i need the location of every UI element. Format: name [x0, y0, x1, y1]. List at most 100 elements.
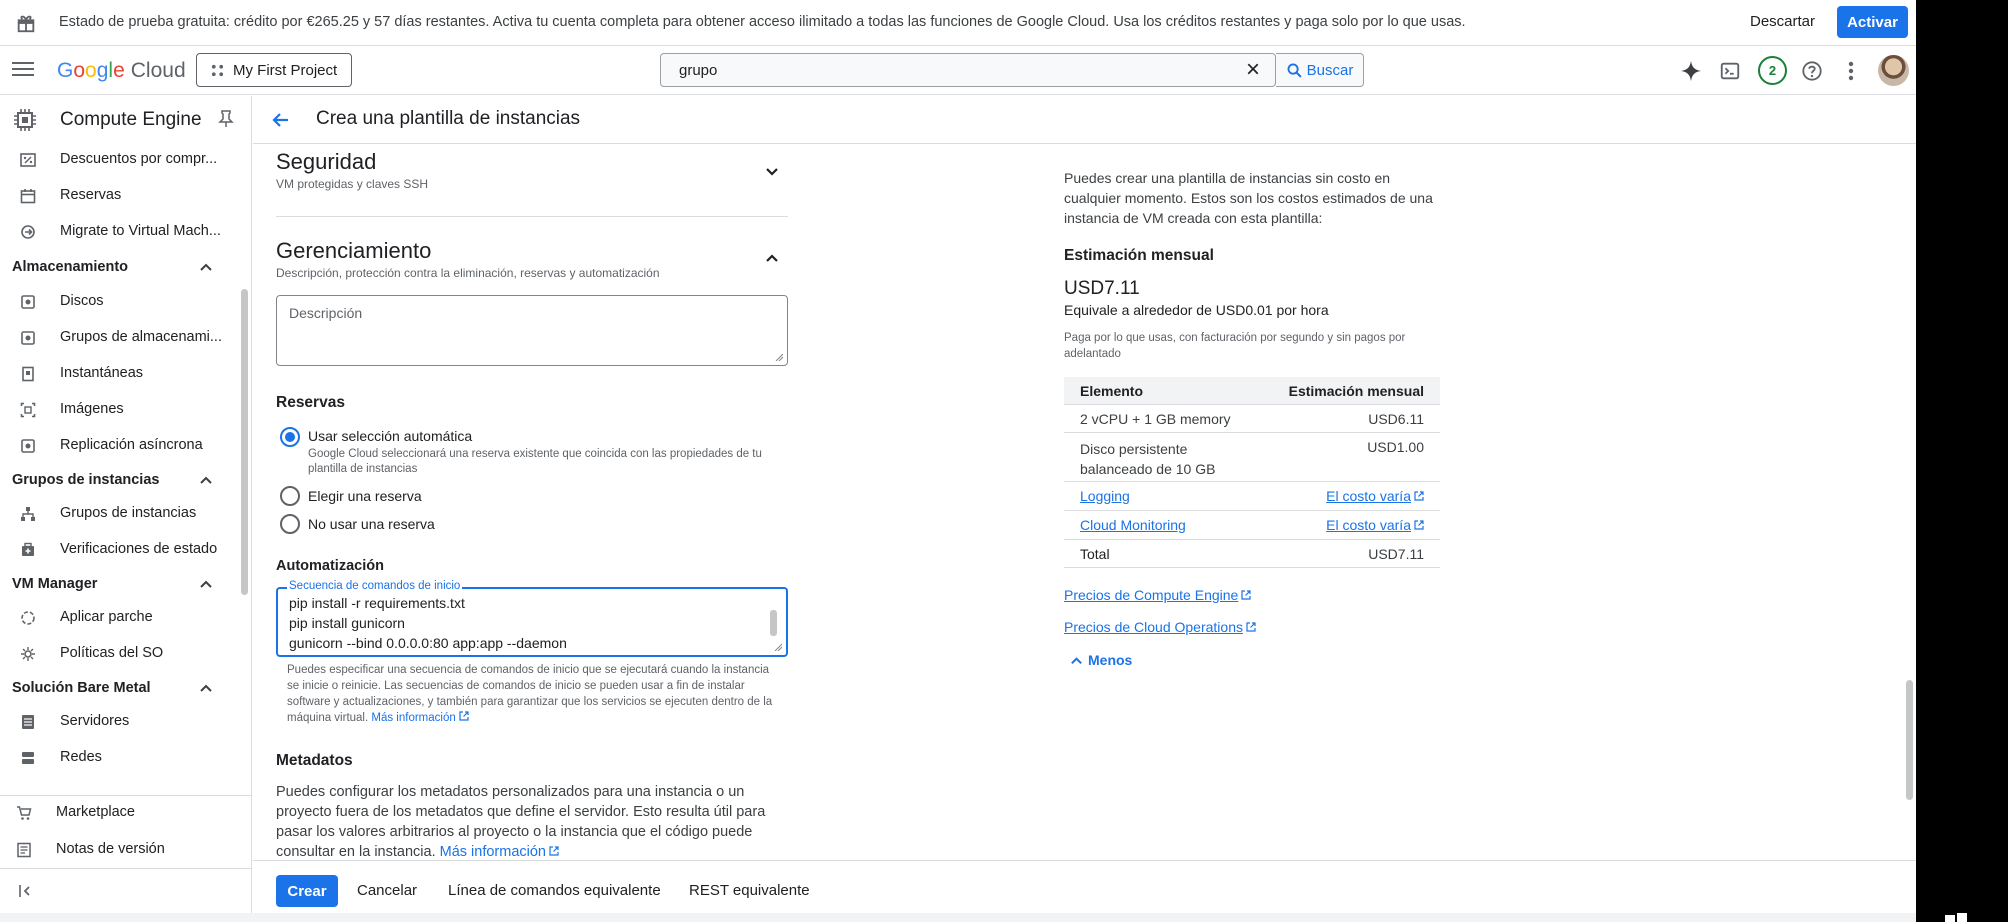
sidebar-item-grupos-instancias[interactable]: Grupos de instancias — [0, 497, 240, 531]
menu-icon[interactable] — [12, 59, 34, 81]
sidebar-section-vm-manager[interactable]: VM Manager — [0, 567, 240, 601]
avatar[interactable] — [1878, 55, 1909, 86]
release-notes-icon — [17, 842, 31, 858]
startup-script-field[interactable]: Secuencia de comandos de inicio pip inst… — [276, 580, 788, 657]
radio-auto-label[interactable]: Usar selección automática — [308, 428, 472, 444]
chevron-up-icon — [200, 263, 212, 271]
help-icon[interactable] — [1799, 58, 1825, 84]
sidebar-item-migrate[interactable]: Migrate to Virtual Mach... — [0, 215, 240, 249]
sidebar-item-servidores[interactable]: Servidores — [0, 705, 240, 739]
gemini-icon[interactable] — [1678, 58, 1704, 84]
sidebar-item-reservas[interactable]: Reservas — [0, 179, 240, 213]
patch-icon — [21, 611, 35, 625]
table-header: Elemento Estimación mensual — [1064, 377, 1440, 405]
pin-icon[interactable] — [218, 110, 234, 128]
reservations-label: Reservas — [276, 394, 345, 411]
script-line-3: gunicorn --bind 0.0.0.0:80 app:app --dae… — [289, 635, 567, 651]
trial-message: Estado de prueba gratuita: crédito por €… — [59, 14, 1466, 30]
chevron-up-icon — [200, 684, 212, 692]
notifications-badge[interactable]: 2 — [1758, 56, 1787, 85]
sidebar-scrollbar[interactable] — [241, 289, 248, 595]
hourly-price: Equivale a alrededor de USD0.01 por hora — [1064, 302, 1329, 318]
table-row: 2 vCPU + 1 GB memory USD6.11 — [1064, 405, 1440, 433]
sidebar-item-instantaneas[interactable]: Instantáneas — [0, 357, 240, 391]
bottom-strip — [0, 913, 1916, 922]
cloud-shell-icon[interactable] — [1717, 58, 1743, 84]
sidebar-item-verificaciones[interactable]: Verificaciones de estado — [0, 533, 240, 567]
project-picker[interactable]: My First Project — [196, 53, 352, 87]
cli-equivalent-button[interactable]: Línea de comandos equivalente — [448, 882, 661, 899]
rest-equivalent-button[interactable]: REST equivalente — [689, 882, 810, 899]
sidebar-section-grupos[interactable]: Grupos de instancias — [0, 463, 240, 497]
logging-cost-link[interactable]: El costo varía — [1326, 488, 1424, 504]
resize-handle-icon[interactable] — [774, 643, 782, 651]
monitoring-link[interactable]: Cloud Monitoring — [1080, 517, 1186, 533]
snapshot-icon — [22, 366, 34, 382]
sidebar-item-politicas[interactable]: Políticas del SO — [0, 637, 240, 671]
sidebar-item-storage-pools[interactable]: Grupos de almacenami... — [0, 321, 240, 355]
sidebar-item-notas[interactable]: Notas de versión — [0, 833, 240, 867]
management-section-title[interactable]: Gerenciamiento — [276, 238, 431, 264]
monthly-estimate-heading: Estimación mensual — [1064, 247, 1214, 264]
sidebar-item-redes[interactable]: Redes — [0, 741, 240, 775]
clear-search-icon[interactable]: × — [1241, 58, 1265, 83]
sidebar-item-descuentos[interactable]: Descuentos por compr... — [0, 143, 240, 177]
sidebar-item-aplicar-parche[interactable]: Aplicar parche — [0, 601, 240, 635]
less-button[interactable]: Menos — [1070, 652, 1132, 668]
collapse-sidebar-icon[interactable] — [18, 884, 32, 903]
resize-handle-icon[interactable] — [775, 353, 783, 361]
google-cloud-logo[interactable]: Google Cloud — [57, 59, 186, 83]
chevron-up-icon[interactable] — [764, 250, 780, 266]
image-icon — [20, 402, 36, 418]
dismiss-button[interactable]: Descartar — [1750, 13, 1815, 30]
form-column: Seguridad VM protegidas y claves SSH Ger… — [276, 144, 788, 860]
sidebar-item-replicacion[interactable]: Replicación asíncrona — [0, 429, 240, 463]
metadata-more-info-link[interactable]: Más información — [440, 844, 559, 860]
sidebar-divider — [0, 868, 252, 869]
billing-note: Paga por lo que usas, con facturación po… — [1064, 332, 1406, 360]
radio-choose-reservation[interactable] — [280, 486, 300, 506]
sidebar-item-imagenes[interactable]: Imágenes — [0, 393, 240, 427]
external-link-icon — [1241, 590, 1251, 600]
app-window: Estado de prueba gratuita: crédito por €… — [0, 0, 1916, 922]
compute-pricing-link[interactable]: Precios de Compute Engine — [1064, 587, 1251, 603]
back-arrow-icon[interactable] — [271, 110, 291, 130]
cart-icon — [17, 806, 32, 820]
more-options-icon[interactable] — [1838, 58, 1864, 84]
top-header: Google Cloud My First Project grupo × Bus… — [0, 47, 1916, 95]
security-section-subtitle: VM protegidas y claves SSH — [276, 177, 429, 191]
radio-auto-selection[interactable] — [280, 427, 300, 447]
chevron-down-icon[interactable] — [764, 164, 780, 180]
sidebar-section-almacenamiento[interactable]: Almacenamiento — [0, 250, 240, 284]
radio-no-reservation[interactable] — [280, 514, 300, 534]
sidebar-item-discos[interactable]: Discos — [0, 285, 240, 319]
sidebar-section-bare-metal[interactable]: Solución Bare Metal — [0, 671, 240, 705]
migrate-icon — [21, 225, 35, 239]
cancel-button[interactable]: Cancelar — [357, 882, 417, 899]
script-line-1: pip install -r requirements.txt — [289, 595, 465, 611]
sidebar-item-marketplace[interactable]: Marketplace — [0, 796, 240, 830]
radio-choose-label[interactable]: Elegir una reserva — [308, 488, 422, 504]
external-link-icon — [1414, 520, 1424, 530]
sidebar-header: Compute Engine — [0, 96, 252, 142]
activate-button[interactable]: Activar — [1837, 6, 1908, 38]
network-icon — [22, 752, 34, 764]
radio-none-label[interactable]: No usar una reserva — [308, 516, 435, 532]
security-section-title[interactable]: Seguridad — [276, 149, 376, 175]
logging-link[interactable]: Logging — [1080, 488, 1130, 504]
search-button[interactable]: Buscar — [1276, 53, 1364, 87]
description-placeholder: Descripción — [289, 305, 363, 321]
create-button[interactable]: Crear — [276, 875, 338, 907]
disk-icon — [21, 295, 35, 309]
percent-icon — [20, 153, 36, 167]
monitoring-cost-link[interactable]: El costo varía — [1326, 517, 1424, 533]
script-scrollbar[interactable] — [770, 610, 777, 636]
table-row: Disco persistente balanceado de 10 GB US… — [1064, 433, 1440, 482]
description-field[interactable]: Descripción — [276, 295, 788, 366]
more-info-link[interactable]: Más información — [371, 711, 469, 724]
search-input[interactable]: grupo × — [660, 53, 1276, 87]
metadata-label: Metadatos — [276, 752, 353, 769]
page-scrollbar[interactable] — [1906, 680, 1913, 800]
instance-group-icon — [21, 507, 35, 521]
operations-pricing-link[interactable]: Precios de Cloud Operations — [1064, 619, 1256, 635]
